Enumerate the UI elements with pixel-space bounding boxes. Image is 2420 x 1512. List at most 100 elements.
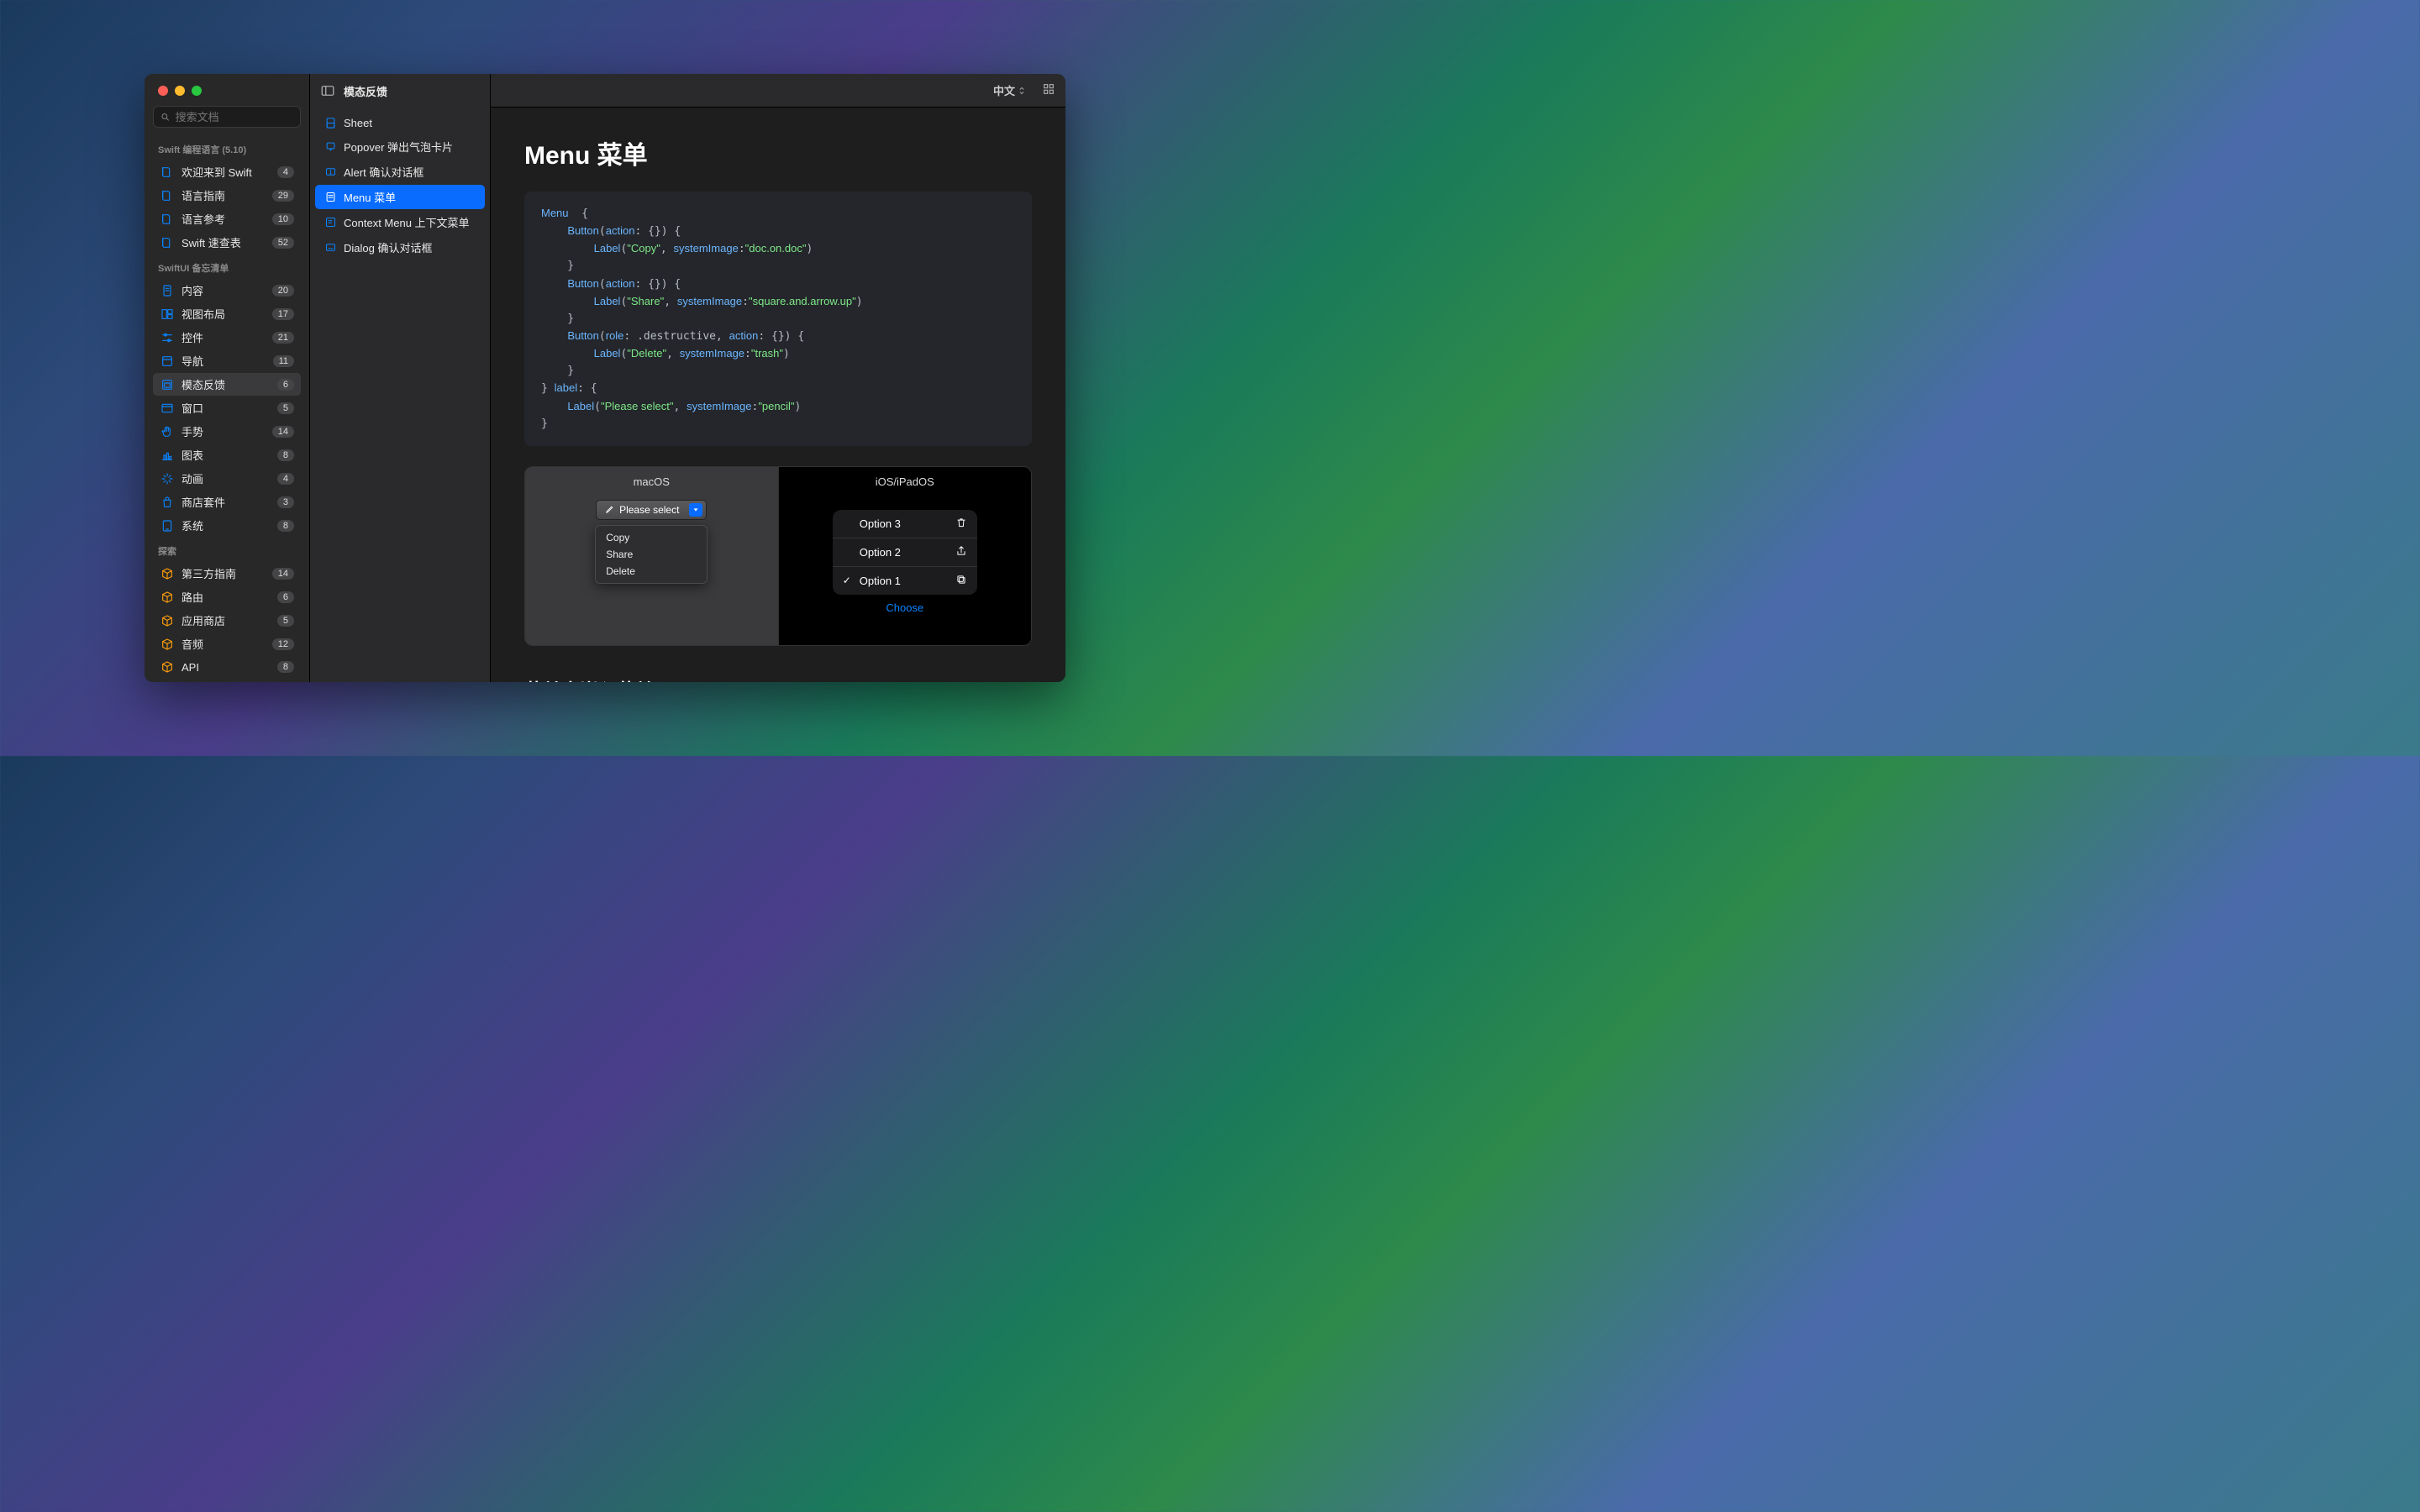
book-icon: [160, 165, 175, 180]
minimize-button[interactable]: [175, 86, 185, 96]
section-item[interactable]: Context Menu 上下文菜单: [315, 210, 485, 234]
search-input[interactable]: [176, 111, 293, 123]
count-badge: 8: [277, 661, 294, 673]
code-block[interactable]: Menu { Button(action: {}) { Label("Copy"…: [524, 192, 1032, 446]
sidebar-item-label: 欢迎来到 Swift: [182, 164, 271, 180]
sidebar-item[interactable]: 音频 12: [153, 633, 301, 655]
section-item[interactable]: Sheet: [315, 112, 485, 134]
middle-title: 模态反馈: [344, 83, 387, 99]
window-icon: [160, 401, 175, 416]
book-icon: [160, 188, 175, 203]
content-pane: 中文 Menu 菜单 Menu { Button(action: {}) { L…: [491, 74, 1065, 682]
count-badge: 12: [272, 638, 294, 650]
ios-menu-label: Option 1: [860, 575, 901, 587]
section-item[interactable]: Dialog 确认对话框: [315, 235, 485, 260]
count-badge: 5: [277, 402, 294, 414]
sidebar-item[interactable]: 手势 14: [153, 420, 301, 443]
sidebar-item-label: 模态反馈: [182, 376, 271, 392]
alert-icon: [324, 165, 337, 179]
count-badge: 14: [272, 568, 294, 580]
count-badge: 8: [277, 520, 294, 532]
app-window: Swift 编程语言 (5.10) 欢迎来到 Swift 4 语言指南 29 语…: [145, 74, 1065, 682]
sidebar-item[interactable]: 模态反馈 6: [153, 373, 301, 396]
sidebar-item-label: Swift 速查表: [182, 234, 266, 250]
sidebar-section-header: Swift 编程语言 (5.10): [150, 136, 304, 160]
ios-menu-item[interactable]: Option 3: [833, 510, 977, 538]
zoom-button[interactable]: [192, 86, 202, 96]
sidebar-item[interactable]: 欢迎来到 Swift 4: [153, 160, 301, 183]
middle-toolbar: 模态反馈: [310, 74, 490, 108]
section-item[interactable]: Menu 菜单: [315, 185, 485, 209]
sidebar-item[interactable]: 语言指南 29: [153, 184, 301, 207]
sidebar-item-label: 动画: [182, 470, 271, 486]
layout-icon: [160, 307, 175, 322]
sidebar-item-label: 图表: [182, 447, 271, 463]
slider-icon: [160, 330, 175, 345]
sidebar-item-label: 语言参考: [182, 211, 266, 227]
macos-menu-button[interactable]: Please select: [596, 500, 707, 520]
sparkle-icon: [160, 471, 175, 486]
sidebar-item[interactable]: 动画 24: [153, 679, 301, 682]
count-badge: 3: [277, 496, 294, 508]
sidebar-item[interactable]: 图表 8: [153, 444, 301, 466]
sidebar-item[interactable]: 控件 21: [153, 326, 301, 349]
grid-view-button[interactable]: [1042, 82, 1055, 98]
popover-icon: [324, 140, 337, 154]
device-icon: [160, 518, 175, 533]
nav-icon: [160, 354, 175, 369]
close-button[interactable]: [158, 86, 168, 96]
cube-icon: [160, 566, 175, 581]
chart-icon: [160, 448, 175, 463]
macos-menu-item[interactable]: Copy: [599, 529, 703, 546]
copy-icon: [955, 574, 967, 588]
sidebar-item[interactable]: 视图布局 17: [153, 302, 301, 325]
ios-menu-item[interactable]: Option 2: [833, 538, 977, 567]
sidebar-item-label: 导航: [182, 353, 266, 369]
ios-menu-item[interactable]: ✓ Option 1: [833, 567, 977, 595]
sidebar-item[interactable]: API 8: [153, 656, 301, 678]
ios-choose-button[interactable]: Choose: [886, 601, 923, 614]
book-icon: [160, 212, 175, 227]
section-item-label: Dialog 确认对话框: [344, 239, 432, 255]
chevron-down-icon: [689, 503, 702, 517]
count-badge: 52: [272, 237, 294, 249]
sidebar-item-label: 手势: [182, 423, 266, 439]
sidebar-toggle-icon[interactable]: [320, 83, 335, 98]
search-field[interactable]: [153, 106, 301, 128]
sidebar: Swift 编程语言 (5.10) 欢迎来到 Swift 4 语言指南 29 语…: [145, 74, 310, 682]
cube-icon: [160, 590, 175, 605]
sidebar-item[interactable]: 应用商店 5: [153, 609, 301, 632]
sidebar-item[interactable]: Swift 速查表 52: [153, 231, 301, 254]
preview-ios: iOS/iPadOS Option 3 Option 2 ✓ Option 1 …: [778, 467, 1032, 645]
section-item[interactable]: Alert 确认对话框: [315, 160, 485, 184]
macos-menu-item[interactable]: Share: [599, 546, 703, 563]
sidebar-item-label: 第三方指南: [182, 565, 266, 581]
count-badge: 20: [272, 285, 294, 297]
count-badge: 5: [277, 615, 294, 627]
macos-menu-item[interactable]: Delete: [599, 563, 703, 580]
sidebar-item[interactable]: 语言参考 10: [153, 207, 301, 230]
book-icon: [160, 235, 175, 250]
count-badge: 4: [277, 473, 294, 485]
sidebar-item[interactable]: 商店套件 3: [153, 491, 301, 513]
content-toolbar: 中文: [491, 74, 1065, 108]
sidebar-item[interactable]: 路由 6: [153, 585, 301, 608]
preview-ios-label: iOS/iPadOS: [876, 467, 934, 500]
sidebar-item[interactable]: 内容 20: [153, 279, 301, 302]
sidebar-item[interactable]: 导航 11: [153, 349, 301, 372]
count-badge: 14: [272, 426, 294, 438]
section-subtitle: 菜单中嵌入菜单: [524, 676, 1032, 682]
updown-icon: [1018, 87, 1025, 95]
sidebar-item[interactable]: 系统 8: [153, 514, 301, 537]
section-item[interactable]: Popover 弹出气泡卡片: [315, 134, 485, 159]
sidebar-item[interactable]: 窗口 5: [153, 396, 301, 419]
dialog-icon: [324, 241, 337, 255]
ios-menu-label: Option 3: [860, 517, 901, 530]
cube-icon: [160, 659, 175, 675]
count-badge: 11: [273, 355, 294, 367]
language-selector[interactable]: 中文: [988, 80, 1030, 101]
count-badge: 21: [272, 332, 294, 344]
cube-icon: [160, 637, 175, 652]
sidebar-item[interactable]: 动画 4: [153, 467, 301, 490]
sidebar-item[interactable]: 第三方指南 14: [153, 562, 301, 585]
